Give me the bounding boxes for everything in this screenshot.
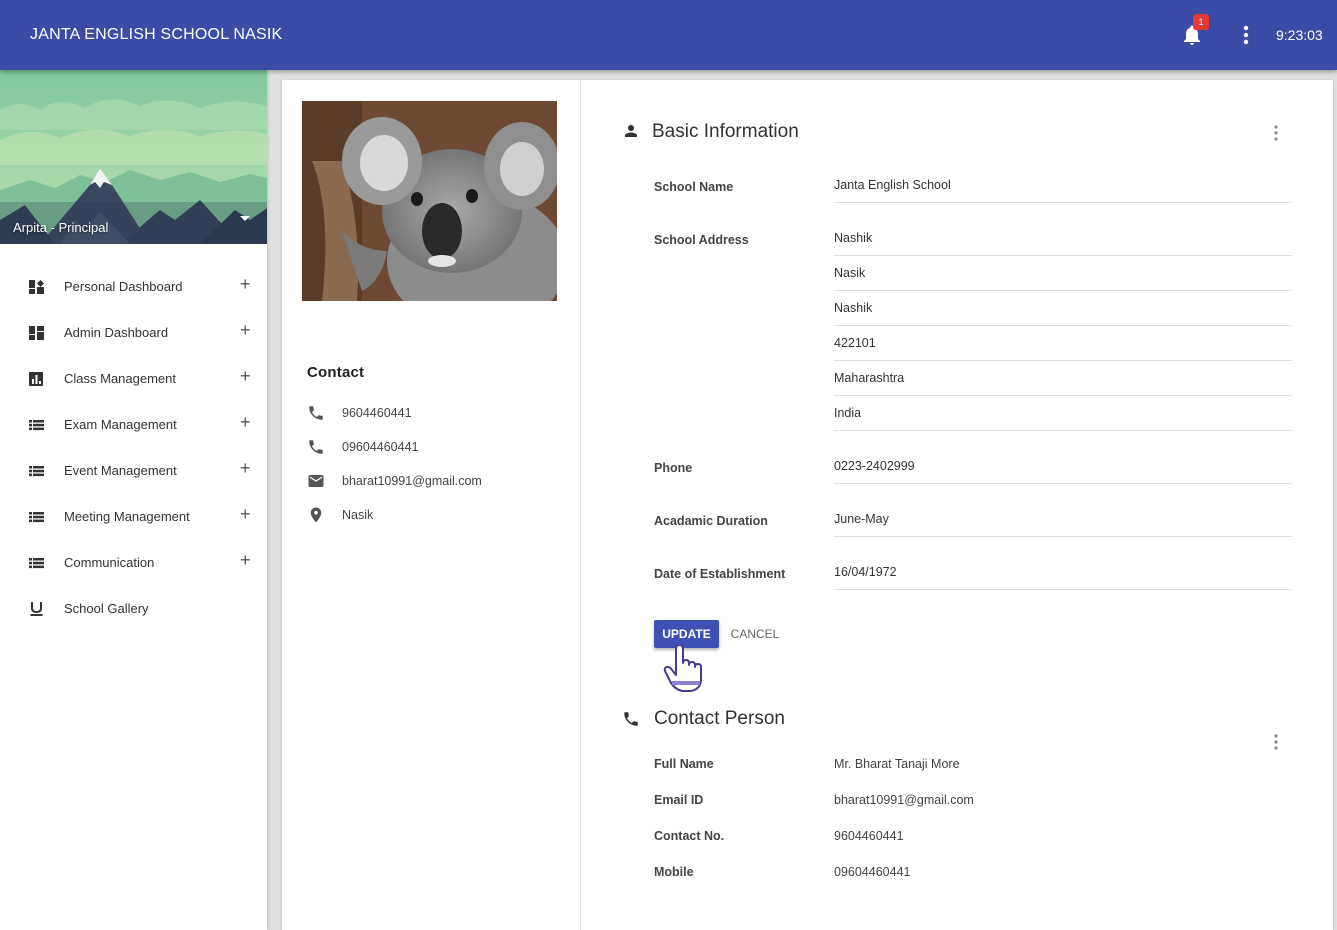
field-underline bbox=[834, 589, 1292, 590]
sidebar-item-admin-dashboard[interactable]: Admin Dashboard + bbox=[0, 310, 267, 356]
basic-info-title: Basic Information bbox=[652, 121, 799, 142]
address-line: India bbox=[834, 406, 862, 420]
field-underline bbox=[834, 536, 1292, 537]
contact-email: bharat10991@gmail.com bbox=[342, 474, 482, 488]
contact-location: Nasik bbox=[342, 508, 374, 522]
field-underline bbox=[834, 325, 1292, 326]
sidebar-item-label: School Gallery bbox=[64, 601, 149, 616]
contact-no-value: 9604460441 bbox=[834, 829, 904, 843]
school-name-label: School Name bbox=[654, 180, 734, 194]
field-underline bbox=[834, 290, 1292, 291]
phone-label: Phone bbox=[654, 461, 693, 475]
sidebar-item-label: Exam Management bbox=[64, 417, 177, 432]
clock: 9:23:03 bbox=[1276, 27, 1323, 43]
phone-value: 0223-2402999 bbox=[834, 459, 915, 473]
email-label: Email ID bbox=[654, 793, 704, 807]
list-icon bbox=[29, 512, 44, 523]
dashboard-alt-icon bbox=[29, 280, 44, 294]
sidebar-item-label: Admin Dashboard bbox=[64, 325, 169, 340]
contact-title: Contact bbox=[307, 364, 365, 381]
address-line: Maharashtra bbox=[834, 371, 905, 385]
address-line: Nashik bbox=[834, 231, 873, 245]
contact-no-label: Contact No. bbox=[654, 829, 725, 843]
contact-phone: 9604460441 bbox=[342, 406, 412, 420]
phone-icon bbox=[309, 406, 323, 420]
field-underline bbox=[834, 483, 1292, 484]
more-vert-icon[interactable] bbox=[1236, 24, 1256, 46]
sidebar-item-event-management[interactable]: Event Management + bbox=[0, 448, 267, 494]
school-address-label: School Address bbox=[654, 233, 749, 247]
more-vert-icon[interactable] bbox=[1272, 734, 1280, 750]
list-icon bbox=[29, 466, 44, 477]
contact-phone-alt: 09604460441 bbox=[342, 440, 419, 454]
underline-icon bbox=[30, 602, 43, 616]
profile-card: Contact 9604460441 09604460441 bharat109… bbox=[282, 80, 1333, 930]
notification-badge: 1 bbox=[1193, 14, 1209, 30]
expand-plus-icon[interactable]: + bbox=[240, 412, 251, 433]
user-name: Arpita - Principal bbox=[13, 220, 109, 235]
full-name-label: Full Name bbox=[654, 757, 714, 771]
established-value: 16/04/1972 bbox=[834, 565, 897, 579]
sidebar-item-label: Class Management bbox=[64, 371, 176, 386]
hand-cursor-icon bbox=[663, 645, 702, 692]
expand-plus-icon[interactable]: + bbox=[240, 550, 251, 571]
app-header: JANTA ENGLISH SCHOOL NASIK 1 9:23:03 bbox=[0, 0, 1337, 70]
full-name-value: Mr. Bharat Tanaji More bbox=[834, 757, 960, 771]
dashboard-icon bbox=[29, 326, 44, 340]
field-underline bbox=[834, 395, 1292, 396]
school-name-value: Janta English School bbox=[834, 178, 951, 192]
expand-plus-icon[interactable]: + bbox=[240, 366, 251, 387]
expand-plus-icon[interactable]: + bbox=[240, 320, 251, 341]
expand-plus-icon[interactable]: + bbox=[240, 274, 251, 295]
expand-plus-icon[interactable]: + bbox=[240, 458, 251, 479]
phone-icon bbox=[309, 440, 323, 454]
update-button[interactable]: UPDATE bbox=[654, 620, 719, 648]
sidebar-item-label: Meeting Management bbox=[64, 509, 190, 524]
duration-label: Acadamic Duration bbox=[654, 514, 768, 528]
cancel-button[interactable]: CANCEL bbox=[725, 620, 785, 648]
sidebar-item-label: Event Management bbox=[64, 463, 177, 478]
sidebar-item-communication[interactable]: Communication + bbox=[0, 540, 267, 586]
sidebar-item-exam-management[interactable]: Exam Management + bbox=[0, 402, 267, 448]
established-label: Date of Establishment bbox=[654, 567, 786, 581]
school-photo bbox=[302, 101, 557, 301]
sidebar-item-meeting-management[interactable]: Meeting Management + bbox=[0, 494, 267, 540]
list-icon bbox=[29, 558, 44, 569]
phone-icon bbox=[624, 712, 638, 726]
more-vert-icon[interactable] bbox=[1272, 125, 1280, 141]
sidebar-item-label: Personal Dashboard bbox=[64, 279, 183, 294]
address-line: 422101 bbox=[834, 336, 876, 350]
field-underline bbox=[834, 202, 1292, 203]
contact-person-title: Contact Person bbox=[654, 708, 785, 729]
field-underline bbox=[834, 430, 1292, 431]
sidebar: Arpita - Principal Personal Dashboard + … bbox=[0, 70, 267, 930]
list-icon bbox=[29, 420, 44, 431]
column-divider bbox=[580, 80, 581, 930]
dropdown-caret-icon[interactable] bbox=[240, 216, 250, 221]
mobile-value: 09604460441 bbox=[834, 865, 911, 879]
sidebar-item-class-management[interactable]: Class Management + bbox=[0, 356, 267, 402]
sidebar-menu: Personal Dashboard + Admin Dashboard + C… bbox=[0, 264, 267, 632]
koala-image bbox=[302, 101, 557, 301]
profile-banner[interactable]: Arpita - Principal bbox=[0, 70, 267, 244]
email-icon bbox=[308, 475, 324, 487]
field-underline bbox=[834, 255, 1292, 256]
sidebar-item-school-gallery[interactable]: School Gallery bbox=[0, 586, 267, 632]
location-pin-icon bbox=[310, 507, 322, 523]
app-title: JANTA ENGLISH SCHOOL NASIK bbox=[30, 26, 283, 43]
email-value: bharat10991@gmail.com bbox=[834, 793, 974, 807]
mountain-banner-image bbox=[0, 70, 267, 244]
address-line: Nasik bbox=[834, 266, 866, 280]
mobile-label: Mobile bbox=[654, 865, 694, 879]
expand-plus-icon[interactable]: + bbox=[240, 504, 251, 525]
sidebar-item-personal-dashboard[interactable]: Personal Dashboard + bbox=[0, 264, 267, 310]
person-icon bbox=[625, 125, 637, 137]
bar-chart-icon bbox=[29, 372, 43, 386]
address-line: Nashik bbox=[834, 301, 873, 315]
sidebar-item-label: Communication bbox=[64, 555, 155, 570]
duration-value: June-May bbox=[834, 512, 889, 526]
field-underline bbox=[834, 360, 1292, 361]
